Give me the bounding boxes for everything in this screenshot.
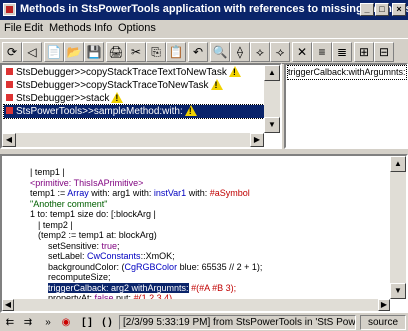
code-line: triggerCalback: arg2 withArgumnts: #(#A … <box>48 282 237 293</box>
list-horizontal-scrollbar[interactable]: ◀ ▶ <box>2 133 264 147</box>
collapse-icon[interactable]: ⊟ <box>374 42 394 62</box>
code-line: | temp1 | <box>30 167 65 177</box>
menu-bar: File Edit Methods Info Options <box>0 20 408 38</box>
code-vertical-scrollbar[interactable]: ▲ ▼ <box>390 156 406 299</box>
open-folder-icon[interactable]: 📂 <box>64 42 84 62</box>
paste-icon[interactable]: 📋 <box>166 42 186 62</box>
method-icon <box>6 68 13 75</box>
warning-icon <box>210 79 223 90</box>
list-item[interactable]: StsDebugger>>stack <box>4 92 276 105</box>
more-icon[interactable]: » <box>40 316 56 329</box>
menu-edit[interactable]: Edit <box>24 22 43 34</box>
highlighted-missing-call: triggerCalback: arg2 withArgumnts: <box>48 282 189 293</box>
save-icon[interactable]: 💾 <box>84 42 104 62</box>
menu-options[interactable]: Options <box>118 22 156 34</box>
warning-icon <box>228 66 241 77</box>
menu-methods[interactable]: Methods <box>49 22 91 34</box>
back-icon[interactable]: ◁ <box>22 42 42 62</box>
menu-file[interactable]: File <box>4 22 22 34</box>
senders-icon[interactable]: ⟠ <box>230 42 250 62</box>
code-line: <primitive: ThisIsAPrimitive> <box>30 177 144 188</box>
scroll-down-button[interactable]: ▼ <box>264 117 280 133</box>
parentheses-icon[interactable]: ( ) <box>98 316 116 329</box>
warning-icon <box>111 92 124 103</box>
undo-icon[interactable]: ↶ <box>188 42 208 62</box>
warning-icon <box>184 105 197 116</box>
new-file-icon[interactable]: 📄 <box>44 42 64 62</box>
list-item[interactable]: StsDebugger>>copyStackTraceTextToNewTask <box>4 66 276 79</box>
scroll-right-button[interactable]: ▶ <box>250 133 264 147</box>
status-bar: ⇇ ⇉ » ◉ [ ] ( ) [2/3/99 5:33:19 PM] from… <box>0 313 408 331</box>
scroll-left-button[interactable]: ◀ <box>2 299 14 311</box>
maximize-button[interactable]: □ <box>375 3 389 16</box>
scroll-right-button[interactable]: ▶ <box>378 299 390 311</box>
title-bar: Methods in StsPowerTools application wit… <box>0 0 408 20</box>
toolbar: ⟳ ◁ 📄 📂 💾 🖨 ✂ ⎘ 📋 ↶ 🔍 ⟠ ⟡ ⟢ ✕ ≡ ≣ ⊞ ⊟ <box>0 38 408 64</box>
refresh-icon[interactable]: ⟳ <box>2 42 22 62</box>
print-icon[interactable]: 🖨 <box>106 42 126 62</box>
code-line: setLabel: CwConstants::XmOK; <box>48 251 175 261</box>
list-vertical-scrollbar[interactable]: ▲ ▼ <box>264 65 280 133</box>
code-line: "Another comment" <box>30 198 108 209</box>
tools-icon[interactable]: ✕ <box>292 42 312 62</box>
source-code-pane[interactable]: | temp1 | <primitive: ThisIsAPrimitive> … <box>0 154 408 313</box>
list-item[interactable]: StsDebugger>>copyStackTraceToNewTask <box>4 79 276 92</box>
code-line: setSensitive: true; <box>48 240 120 251</box>
record-icon[interactable]: ◉ <box>58 316 74 329</box>
source-mode-label[interactable]: source <box>360 315 406 330</box>
scroll-up-button[interactable]: ▲ <box>390 156 406 172</box>
scroll-left-button[interactable]: ◀ <box>2 133 16 147</box>
code-line: backgroundColor: (CgRGBColor blue: 65535… <box>48 261 263 272</box>
copy-icon[interactable]: ⎘ <box>146 42 166 62</box>
close-button[interactable]: × <box>392 3 406 16</box>
methods-list[interactable]: StsDebugger>>copyStackTraceTextToNewTask… <box>0 63 282 149</box>
next-icon[interactable]: ⇉ <box>20 316 36 329</box>
previous-icon[interactable]: ⇇ <box>2 316 18 329</box>
hierarchy-icon[interactable]: ⊞ <box>354 42 374 62</box>
inspect-icon[interactable]: ≡ <box>312 42 332 62</box>
cut-icon[interactable]: ✂ <box>126 42 146 62</box>
missing-methods-list[interactable]: triggerCalback:withArgumnts: <box>284 63 408 149</box>
implementors-icon[interactable]: ⟡ <box>250 42 270 62</box>
find-icon[interactable]: 🔍 <box>210 42 230 62</box>
code-line: temp1 := Array with: arg1 with: instVar1… <box>30 188 250 198</box>
app-icon[interactable] <box>3 3 16 16</box>
method-icon <box>6 107 13 114</box>
browse-icon[interactable]: ≣ <box>332 42 352 62</box>
scroll-up-button[interactable]: ▲ <box>264 65 280 81</box>
window-title: Methods in StsPowerTools application wit… <box>20 3 408 15</box>
code-line: recomputeSize; <box>48 272 111 282</box>
menu-info[interactable]: Info <box>94 22 112 34</box>
method-icon <box>6 81 13 88</box>
method-icon <box>6 94 13 101</box>
references-icon[interactable]: ⟢ <box>270 42 290 62</box>
code-line: 1 to: temp1 size do: [:blockArg | <box>30 209 156 219</box>
code-horizontal-scrollbar[interactable]: ◀ ▶ <box>2 299 390 311</box>
minimize-button[interactable]: _ <box>360 3 374 16</box>
scroll-down-button[interactable]: ▼ <box>390 283 406 299</box>
list-item[interactable]: triggerCalback:withArgumnts: <box>287 65 407 80</box>
code-line: | temp2 | <box>38 219 73 230</box>
brackets-icon[interactable]: [ ] <box>78 316 96 329</box>
status-text: [2/3/99 5:33:19 PM] from StsPowerTools i… <box>119 315 356 330</box>
list-item-selected[interactable]: StsPowerTools>>sampleMethod:with: <box>3 104 277 119</box>
code-line: (temp2 := temp1 at: blockArg) <box>38 230 157 240</box>
